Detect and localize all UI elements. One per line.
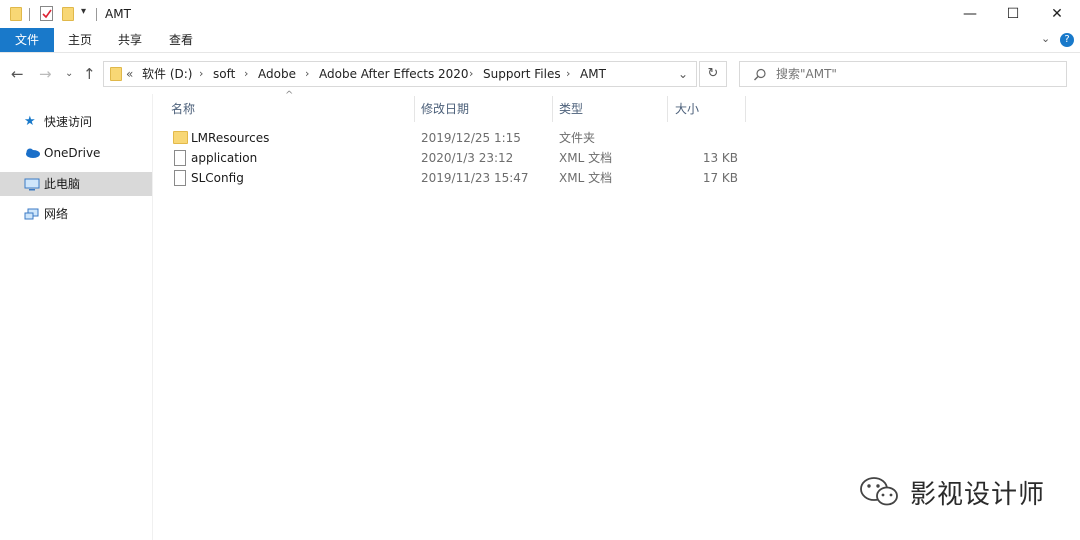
chevron-right-icon[interactable]: › [566,62,570,86]
maximize-button[interactable]: ☐ [990,0,1036,28]
chevron-right-icon[interactable]: › [244,62,248,86]
column-divider[interactable] [745,96,746,122]
breadcrumb-support-files[interactable]: Support Files [483,62,561,86]
nav-item-onedrive[interactable]: OneDrive [0,141,152,165]
forward-button[interactable]: → [39,62,52,86]
chevron-right-icon[interactable]: › [469,62,473,86]
chevron-right-icon[interactable]: › [305,62,309,86]
nav-item-network[interactable]: 网络 [0,202,152,226]
file-name: LMResources [191,131,270,145]
close-button[interactable]: ✕ [1034,0,1080,28]
nav-item-label: 快速访问 [44,115,93,129]
star-icon: ★ [24,114,36,129]
breadcrumb-adobe[interactable]: Adobe [258,62,296,86]
column-divider[interactable] [667,96,668,122]
divider [29,8,30,21]
watermark: 影视设计师 [858,474,1045,510]
folder-icon [173,131,188,144]
file-size: 13 KB [702,151,738,165]
file-date: 2020/1/3 23:12 [421,151,514,165]
tab-view[interactable]: 查看 [158,28,204,52]
expand-ribbon-icon[interactable]: ⌄ [1041,32,1050,45]
address-bar[interactable]: « 软件 (D:) › soft › Adobe › Adobe After E… [103,61,697,87]
nav-item-quick-access[interactable]: ★ 快速访问 [0,110,152,134]
wechat-icon [860,477,898,506]
file-date: 2019/11/23 15:47 [421,171,529,185]
file-type: 文件夹 [559,131,596,145]
recent-locations-icon[interactable]: ⌄ [65,62,73,86]
back-button[interactable]: ← [11,62,24,86]
help-icon[interactable]: ? [1060,33,1074,47]
search-icon [754,68,766,81]
breadcrumb-soft[interactable]: soft [213,62,235,86]
up-button[interactable]: ↑ [83,62,96,86]
address-overflow[interactable]: « [126,62,133,86]
breadcrumb-amt[interactable]: AMT [580,62,606,86]
file-size [678,128,738,148]
chevron-down-icon[interactable]: ⌄ [678,62,688,86]
network-icon [24,208,39,220]
chevron-right-icon[interactable]: › [199,62,203,86]
title-bar: ▾ AMT — ☐ ✕ [0,0,1080,28]
cloud-icon [26,148,40,158]
breadcrumb-drive[interactable]: 软件 (D:) [142,62,192,86]
ribbon-tabs: 文件 主页 共享 查看 ⌄ ? [0,28,1080,53]
nav-item-label: 此电脑 [44,177,81,191]
breadcrumb-after-effects[interactable]: Adobe After Effects 2020 [319,62,469,86]
window-title: AMT [105,7,131,21]
tab-share[interactable]: 共享 [108,28,152,52]
search-input[interactable] [776,65,1056,83]
file-name: application [191,151,258,165]
column-header-size[interactable]: 大小 [675,96,699,122]
navigation-pane: ★ 快速访问 OneDrive 此电脑 网络 [0,94,152,540]
file-row-slconfig[interactable]: SLConfig 2019/11/23 15:47 XML 文档 17 KB [160,168,750,188]
column-header-type[interactable]: 类型 [559,96,583,122]
sort-up-icon: ^ [285,90,294,101]
nav-item-label: 网络 [44,207,69,221]
document-icon [174,150,186,166]
nav-item-this-pc[interactable]: 此电脑 [0,172,152,196]
computer-icon [24,178,40,191]
customize-quick-access-icon[interactable]: ▾ [81,6,86,17]
file-row-application[interactable]: application 2020/1/3 23:12 XML 文档 13 KB [160,148,750,168]
watermark-text: 影视设计师 [910,479,1046,510]
minimize-button[interactable]: — [947,0,993,28]
column-header-date[interactable]: 修改日期 [421,96,469,122]
column-divider[interactable] [552,96,553,122]
new-folder-icon[interactable] [62,7,74,21]
column-divider[interactable] [414,96,415,122]
tab-home[interactable]: 主页 [58,28,102,52]
properties-icon[interactable] [40,6,53,21]
file-row-lmresources[interactable]: LMResources 2019/12/25 1:15 文件夹 [160,128,750,148]
file-type: XML 文档 [559,151,613,165]
folder-icon [10,7,22,21]
nav-item-label: OneDrive [44,146,101,160]
file-type: XML 文档 [559,171,613,185]
divider [96,8,97,21]
tab-file[interactable]: 文件 [0,28,54,52]
folder-icon [110,67,122,81]
pane-divider[interactable] [152,94,153,540]
file-size: 17 KB [702,171,738,185]
file-name: SLConfig [191,171,244,185]
search-box[interactable] [739,61,1067,87]
refresh-button[interactable]: ↻ [699,61,727,87]
file-date: 2019/12/25 1:15 [421,131,521,145]
document-icon [174,170,186,186]
column-header-name[interactable]: 名称 [171,96,195,122]
